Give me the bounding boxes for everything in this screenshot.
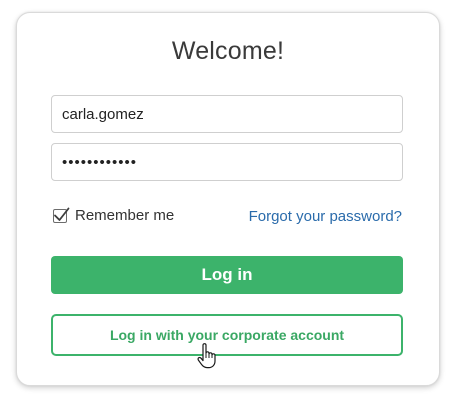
password-input[interactable] — [51, 143, 403, 181]
remember-me-label: Remember me — [75, 207, 175, 224]
forgot-password-link[interactable]: Forgot your password? — [249, 208, 402, 225]
checkmark-icon — [54, 207, 70, 221]
remember-me-checkbox-row[interactable]: Remember me — [53, 207, 174, 224]
corporate-login-button[interactable]: Log in with your corporate account — [51, 314, 403, 356]
page-title: Welcome! — [171, 37, 285, 65]
username-input[interactable] — [51, 95, 403, 133]
login-card: Welcome! Remember me Forgot your passwor… — [16, 12, 440, 386]
remember-me-checkbox[interactable] — [53, 207, 70, 223]
login-button[interactable]: Log in — [51, 256, 403, 294]
